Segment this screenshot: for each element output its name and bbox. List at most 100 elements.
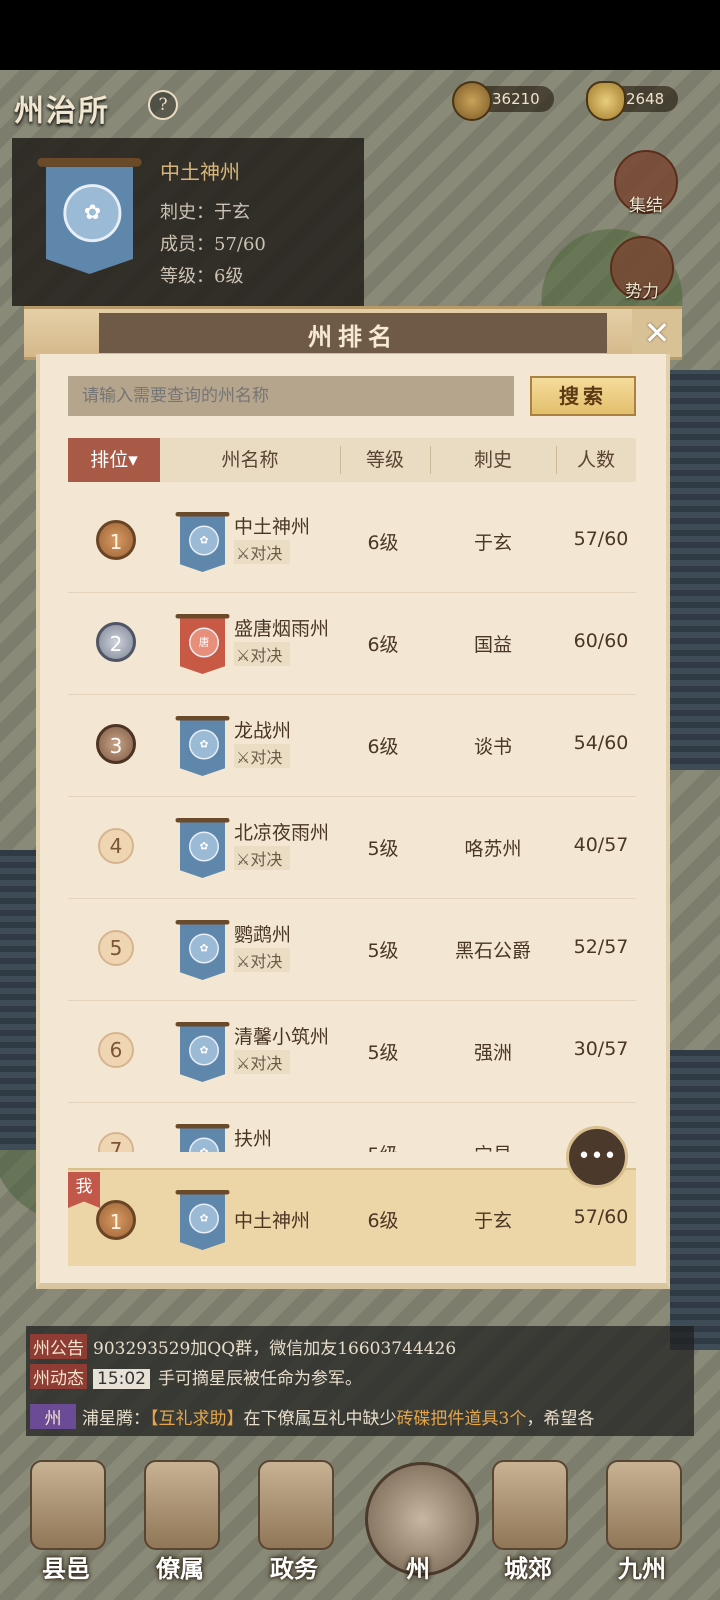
guild-banner-icon: ✿ (37, 158, 142, 274)
duel-label: ⚔对决 (234, 540, 291, 564)
guild-members: 52/57 (573, 936, 629, 958)
gather-button[interactable]: 集结 (614, 150, 678, 216)
rank-number: 5 (98, 930, 134, 966)
table-row[interactable]: 1 ✿ 中土神州 ⚔对决 6级 于玄 57/60 (68, 490, 636, 593)
duel-label: ⚔对决 (234, 642, 291, 666)
table-row[interactable]: 5 ✿ 鹦鹉州 ⚔对决 5级 黑石公爵 52/57 (68, 898, 636, 1001)
search-button[interactable]: 搜索 (530, 376, 636, 416)
guild-banner-icon: ✿ (175, 818, 230, 878)
page-title: 州治所 (14, 94, 110, 129)
my-guild-row[interactable]: 我 1 ✿ 中土神州 6级 于玄 57/60 (68, 1168, 636, 1266)
table-row[interactable]: 7 ✿ 扶州 5级 宁見 (68, 1102, 636, 1152)
ranking-panel-header: 州排名 ✕ (24, 306, 682, 360)
nav-state[interactable]: 州 (368, 1454, 468, 1594)
guild-members: 60/60 (573, 630, 629, 652)
guild-governor: 国益 (473, 634, 512, 656)
guild-level: 5级 (367, 1042, 399, 1064)
chat-icon[interactable]: ••• (566, 1126, 628, 1188)
duel-label: ⚔对决 (234, 1050, 291, 1074)
guild-level: 5级 (330, 1140, 436, 1152)
guild-governor: 刺史：于玄 (160, 202, 250, 223)
rank-medal-bronze: 3 (96, 724, 136, 764)
table-header: 排位▾ 州名称 等级 刺史 人数 (68, 438, 636, 482)
column-level: 等级 (365, 449, 404, 471)
guild-name: 扶州 (234, 1128, 273, 1150)
column-name: 州名称 (221, 449, 279, 471)
guild-name: 清馨小筑州 (234, 1026, 330, 1048)
building-roof (670, 1050, 720, 1350)
guild-banner-icon: ✿ (175, 716, 230, 776)
guild-name: 北凉夜雨州 (234, 822, 330, 844)
guild-level: 5级 (367, 838, 399, 860)
coin-icon (452, 81, 492, 121)
guild-members: 30/57 (573, 1038, 629, 1060)
table-row[interactable]: 2 唐 盛唐烟雨州 ⚔对决 6级 国益 60/60 (68, 592, 636, 695)
nav-staff[interactable]: 僚属 (130, 1454, 230, 1594)
ingot-value: 2648 (626, 90, 665, 108)
guild-banner-icon: ✿ (175, 512, 230, 572)
rank-number: 4 (98, 828, 134, 864)
guild-level: 6级 (367, 634, 399, 656)
guild-banner-icon: 唐 (175, 614, 230, 674)
bottom-nav: 县邑 僚属 政务 州 城郊 九州 (0, 1440, 720, 1600)
column-governor: 刺史 (473, 449, 512, 471)
guild-members: 54/60 (573, 732, 629, 754)
guild-members: 成员：57/60 (160, 234, 266, 255)
guild-level: 5级 (367, 940, 399, 962)
guild-governor: 强洲 (473, 1042, 512, 1064)
building-roof (0, 850, 40, 1150)
rank-medal-gold: 1 (96, 1200, 136, 1240)
nav-nine-states[interactable]: 九州 (592, 1454, 692, 1594)
table-row[interactable]: 3 ✿ 龙战州 ⚔对决 6级 谈书 54/60 (68, 694, 636, 797)
help-icon[interactable]: ? (148, 90, 178, 120)
duel-label: ⚔对决 (234, 948, 291, 972)
announcement-line: 州公告 903293529加QQ群，微信加友16603744426 (30, 1334, 456, 1359)
guild-level: 等级：6级 (160, 266, 244, 287)
guild-members: 40/57 (573, 834, 629, 856)
guild-level: 6级 (367, 532, 399, 554)
guild-banner-icon: ✿ (175, 920, 230, 980)
dynamic-line: 州动态 15:02 手可摘星辰被任命为参军。 (30, 1364, 362, 1389)
rank-medal-silver: 2 (96, 622, 136, 662)
guild-banner-icon: ✿ (175, 1190, 230, 1250)
duel-label: ⚔对决 (234, 846, 291, 870)
guild-members: 57/60 (573, 528, 629, 550)
gather-label: 集结 (629, 196, 663, 216)
close-icon[interactable]: ✕ (632, 309, 682, 357)
search-input[interactable] (68, 376, 514, 416)
guild-name: 鹦鹉州 (234, 924, 292, 946)
guild-governor: 咯苏州 (464, 838, 522, 860)
guild-governor: 谈书 (473, 736, 512, 758)
guild-name: 盛唐烟雨州 (234, 618, 330, 640)
table-row[interactable]: 4 ✿ 北凉夜雨州 ⚔对决 5级 咯苏州 40/57 (68, 796, 636, 899)
nav-outskirts[interactable]: 城郊 (478, 1454, 578, 1594)
coin-value: 36210 (492, 90, 540, 108)
rank-number: 6 (98, 1032, 134, 1068)
guild-banner-icon: ✿ (175, 1124, 230, 1152)
nav-county[interactable]: 县邑 (16, 1454, 116, 1594)
guild-name: 中土神州 (234, 1210, 311, 1232)
chat-line: 州浦星腾：【互礼求助】在下僚属互礼中缺少砖碟把件道具3个，希望各 (30, 1404, 594, 1429)
nav-affairs[interactable]: 政务 (244, 1454, 344, 1594)
rank-number: 7 (98, 1132, 134, 1152)
ingot-counter: 2648 (586, 81, 679, 121)
guild-banner-icon: ✿ (175, 1022, 230, 1082)
guild-level: 6级 (367, 736, 399, 758)
me-tag: 我 (68, 1172, 100, 1208)
power-label: 势力 (625, 282, 659, 302)
guild-name: 中土神州 (160, 160, 240, 184)
sort-rank-button[interactable]: 排位▾ (68, 438, 160, 482)
guild-governor: 于玄 (473, 532, 512, 554)
power-button[interactable]: 势力 (610, 236, 674, 302)
rank-medal-gold: 1 (96, 520, 136, 560)
duel-label: ⚔对决 (234, 744, 291, 768)
panel-title: 州排名 (308, 322, 398, 351)
guild-governor: 宁見 (430, 1140, 556, 1152)
column-members: 人数 (576, 449, 615, 471)
ingot-icon (586, 81, 626, 121)
guild-name: 中土神州 (234, 516, 311, 538)
table-row[interactable]: 6 ✿ 清馨小筑州 ⚔对决 5级 强洲 30/57 (68, 1000, 636, 1103)
guild-name: 龙战州 (234, 720, 292, 742)
guild-level: 6级 (367, 1210, 399, 1232)
guild-governor: 于玄 (473, 1210, 512, 1232)
